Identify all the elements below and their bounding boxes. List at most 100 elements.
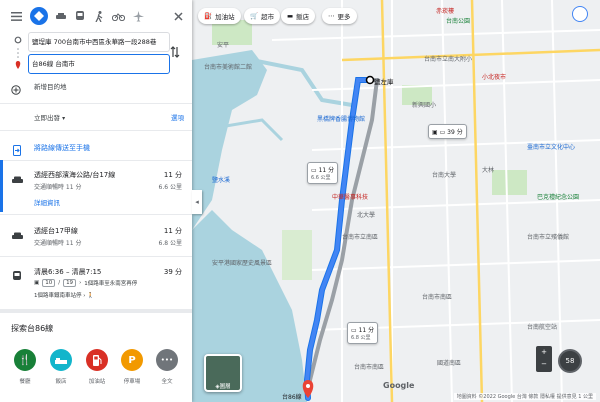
callout-time: 39 分 (447, 129, 463, 136)
transit-icon[interactable] (72, 8, 88, 24)
map-label: 國道南區 (437, 360, 462, 367)
google-logo: Google (383, 381, 415, 390)
gas-station-button[interactable] (86, 349, 108, 371)
restaurants-button[interactable]: 🍴 (14, 349, 36, 371)
map-label: 臺南市立文化中心 (527, 144, 576, 151)
explore-label: 停車場 (123, 379, 141, 385)
explore-label: 全文 (161, 379, 173, 385)
driving-mode-icon[interactable] (30, 7, 48, 25)
close-icon[interactable] (170, 8, 186, 24)
map-label: 台南市南區 (354, 364, 385, 371)
add-destination-label[interactable]: 新增目的地 (34, 81, 67, 91)
map-canvas[interactable]: ⛽ 加油站 🛒 超市 ▬ 飯店 ⋯ 更多 鹽左庫 ▭ 11 分 6.6 公里 ▭ 11 … (192, 0, 600, 402)
map-label: 巴克禮紀念公園 (537, 194, 580, 201)
origin-label: 鹽左庫 (374, 78, 394, 86)
map-label: 台南公園 (446, 18, 471, 25)
depart-now-selector[interactable]: 立即出發 ▾ (34, 112, 65, 122)
attribution-text: 地圖資料 ©2022 Google 台灣 條款 隱私權 提供意見 (456, 394, 577, 400)
map-label: 安平港國家歷史風景區 (212, 260, 273, 267)
chevron-down-icon: ▾ (62, 115, 66, 122)
send-to-phone-icon (13, 141, 21, 160)
route-callout-alt[interactable]: ▭ 11 分 6.8 公里 (347, 322, 379, 344)
send-to-phone-link[interactable]: 將路線傳送至手機 (34, 143, 90, 153)
transit-step-2: 1個路車鐵南車站停 › 🚶 (34, 291, 94, 299)
route-name: 透經西部濱海公路/台17線 (34, 171, 116, 179)
supermarket-chip[interactable]: 🛒 超市 (244, 8, 281, 24)
account-avatar[interactable] (572, 6, 588, 22)
flight-icon[interactable] (130, 8, 146, 24)
transit-duration: 39 分 (163, 268, 182, 276)
origin-input[interactable]: 鹽埕庫 700台南市中西區永華路一段288巷 (28, 32, 170, 52)
chevron-right-icon: › (79, 280, 82, 286)
route-callout-primary[interactable]: ▭ 11 分 6.6 公里 (307, 162, 339, 184)
more-button[interactable]: ••• (156, 349, 178, 371)
origin-destination-connector-icon (14, 36, 22, 69)
callout-time: 11 分 (318, 167, 335, 174)
gas-icon: ⛽ (204, 12, 213, 20)
more-chip[interactable]: ⋯ 更多 (322, 8, 357, 24)
explore-label: 加油站 (88, 379, 106, 385)
map-label: 北大學 (357, 212, 376, 219)
chip-label: 加油站 (215, 13, 235, 21)
map-attribution: 地圖資料 ©2022 Google 台灣 條款 隱私權 提供意見 1 公里 (453, 393, 596, 400)
cart-icon: 🛒 (250, 12, 259, 20)
transit-steps: ▣ 10 / 19 › 1個路車至永南宮再停 (34, 279, 137, 287)
map-label: 台南市美術館二館 (204, 64, 253, 71)
map-label: 新興國小 (412, 102, 437, 109)
callout-time: 11 分 (358, 327, 375, 334)
destination-input[interactable]: 台86線 台南市 (28, 54, 170, 74)
map-label: 台南市立南大附小 (424, 56, 473, 63)
walk-icon: › 🚶 (83, 293, 95, 299)
hotel-chip[interactable]: ▬ 飯店 (281, 8, 316, 24)
bus-number-badge: 10 (42, 279, 56, 287)
bus-icon (12, 267, 22, 286)
hotels-button[interactable] (50, 349, 72, 371)
map-label: 小北夜市 (482, 74, 507, 81)
car-icon: ▭ (351, 327, 359, 334)
zoom-in-button[interactable]: + (536, 346, 552, 358)
swap-icon[interactable] (170, 43, 180, 62)
zoom-out-button[interactable]: − (536, 358, 552, 370)
route-traffic: 交通順暢時 11 分 (34, 184, 82, 191)
options-link[interactable]: 選項 (171, 112, 184, 122)
explore-label: 飯店 (55, 379, 67, 385)
chip-label: 飯店 (296, 13, 310, 21)
menu-icon[interactable] (8, 8, 24, 24)
gas-station-chip[interactable]: ⛽ 加油站 (198, 8, 241, 24)
map-label: 台南航空站 (527, 324, 558, 331)
directions-panel: 鹽埕庫 700台南市中西區永華路一段288巷 台86線 台南市 新增目的地 立即… (0, 0, 192, 402)
route-distance: 6.8 公里 (158, 240, 182, 247)
callout-distance: 6.8 公里 (351, 335, 371, 341)
route-option-2[interactable]: 透經台17甲線 交通順暢時 11 分 11 分 6.8 公里 (0, 214, 192, 254)
route-time: 11 分 (163, 227, 182, 235)
bus-number-badge: 19 (63, 279, 77, 287)
bike-icon[interactable] (110, 8, 126, 24)
layer-label: 圖層 (219, 384, 231, 390)
transit-option[interactable]: 清晨6:36 – 清晨7:15 39 分 ▣ 10 / 19 › 1個路車至永南… (0, 256, 192, 306)
transit-time-range: 清晨6:36 – 清晨7:15 (34, 268, 102, 276)
walk-icon[interactable] (91, 8, 107, 24)
transit-callout[interactable]: ▣ ▭ 39 分 (428, 124, 467, 139)
map-label: 赤崁樓 (436, 8, 455, 15)
parking-icon: P (128, 354, 136, 366)
route-time: 11 分 (163, 171, 182, 179)
map-base (192, 0, 600, 402)
section-divider (0, 309, 192, 313)
car-icon[interactable] (53, 8, 69, 24)
transit-step: 1個路車至永南宮再停 (84, 281, 138, 287)
map-label: 鹽水溪 (212, 177, 231, 184)
divider (0, 130, 192, 131)
route-option-1[interactable]: 透經西部濱海公路/台17線 交通順暢時 11 分 11 分 6.6 公里 詳細資… (0, 160, 192, 212)
depart-label: 立即出發 (34, 114, 60, 122)
satellite-layer-toggle[interactable]: ◈ 圖層 (204, 354, 242, 392)
speedometer-badge: 58 (558, 349, 582, 373)
map-label: 台南市南區 (422, 294, 453, 301)
add-destination-icon[interactable] (11, 80, 21, 99)
transit-step: 1個路車鐵南車站停 (34, 293, 82, 299)
map-label: 安平 (217, 42, 230, 49)
parking-button[interactable]: P (121, 349, 143, 371)
divider (0, 103, 192, 104)
collapse-panel-button[interactable]: ◂ (192, 190, 202, 214)
map-label: 台南大學 (432, 172, 457, 179)
details-link[interactable]: 詳細資訊 (34, 197, 60, 207)
